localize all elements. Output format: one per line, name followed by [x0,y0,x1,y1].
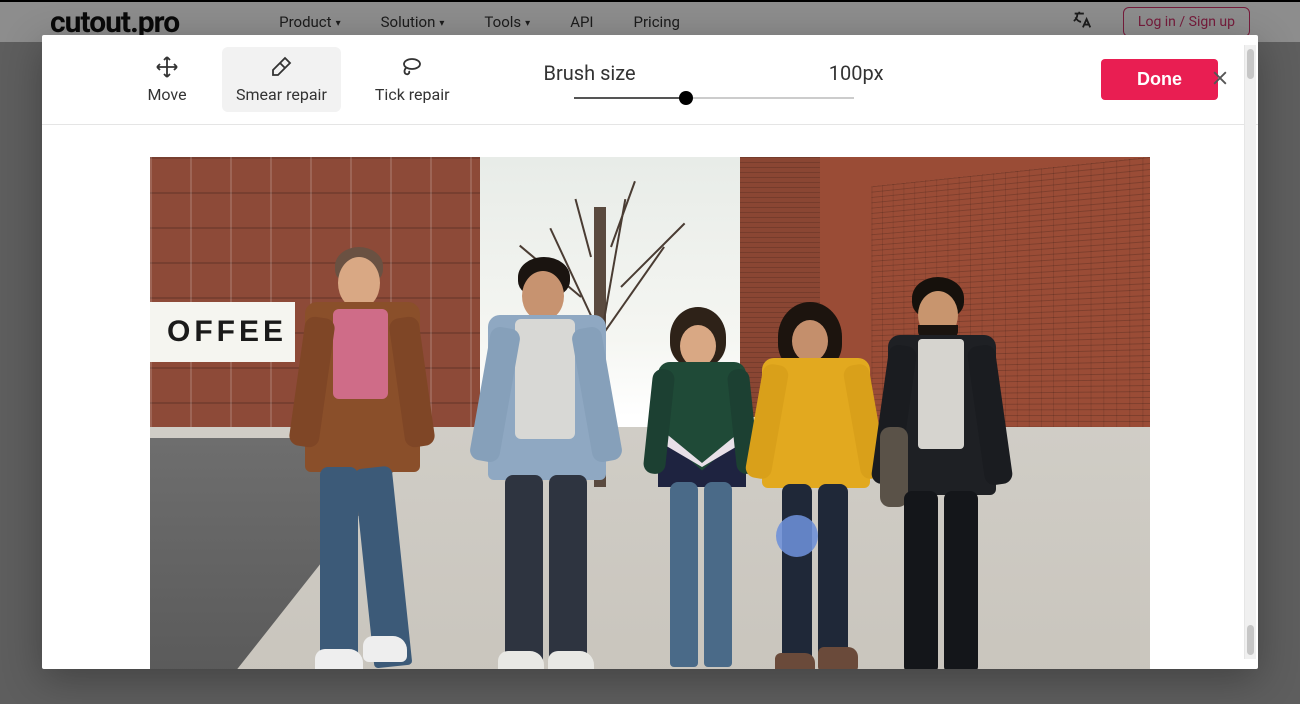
brush-size-value: 100px [829,61,884,85]
smear-repair-tool[interactable]: Smear repair [222,47,341,112]
brush-cursor [776,515,818,557]
close-button[interactable] [1206,66,1234,94]
canvas-area[interactable]: OFFEE [42,125,1258,669]
move-tool-label: Move [147,85,186,104]
move-tool[interactable]: Move [132,47,202,112]
move-icon [155,55,179,79]
lasso-icon [400,55,424,79]
tick-repair-label: Tick repair [375,85,450,104]
person-3 [640,307,760,669]
person-1 [285,247,435,669]
person-4 [750,302,880,669]
editor-modal: Move Smear repair Tick [42,35,1258,669]
brush-size-label: Brush size [544,61,636,85]
coffee-sign: OFFEE [150,302,295,362]
scrollbar-thumb-bottom[interactable] [1247,625,1254,655]
brush-size-slider[interactable] [574,97,854,99]
brush-size-control: Brush size 100px [544,61,884,99]
smear-repair-label: Smear repair [236,85,327,104]
editor-toolbar: Move Smear repair Tick [42,35,1258,125]
image-canvas[interactable]: OFFEE [150,157,1150,669]
person-5 [870,277,1010,669]
slider-knob[interactable] [679,91,693,105]
done-button[interactable]: Done [1101,59,1218,100]
person-2 [470,257,620,669]
photo-content: OFFEE [150,157,1150,669]
eraser-icon [269,55,293,79]
scrollbar[interactable] [1244,45,1256,659]
scrollbar-thumb-top[interactable] [1247,49,1254,79]
close-icon [1210,68,1230,92]
tick-repair-tool[interactable]: Tick repair [361,47,464,112]
